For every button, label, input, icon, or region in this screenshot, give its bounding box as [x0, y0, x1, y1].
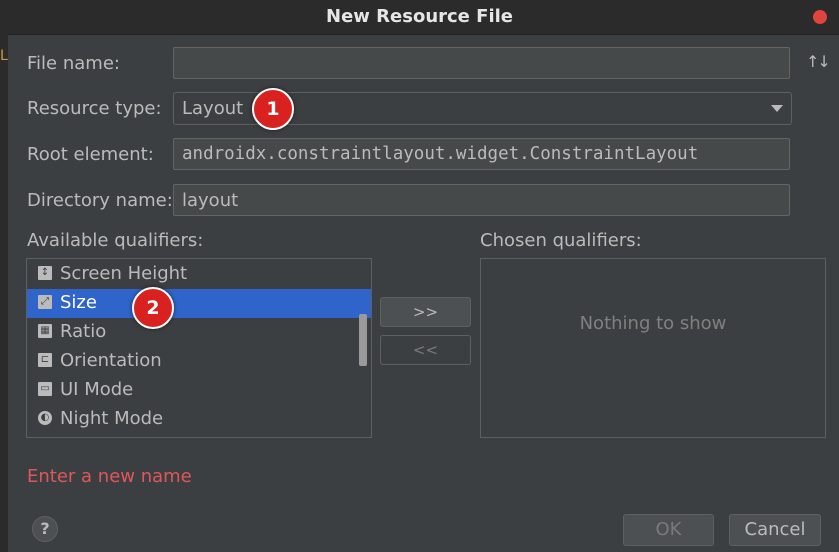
- list-item-size[interactable]: ⤢ Size: [27, 289, 371, 318]
- list-item-label: Screen Height: [60, 263, 188, 284]
- add-qualifier-button[interactable]: >>: [380, 297, 471, 327]
- list-item-label: Night Mode: [60, 408, 164, 429]
- ratio-icon: ▦: [38, 324, 52, 338]
- background-text: L: [0, 48, 8, 64]
- size-icon: ⤢: [38, 295, 52, 309]
- list-item-label: Size: [60, 292, 97, 313]
- ok-button[interactable]: OK: [623, 514, 714, 546]
- root-element-input[interactable]: androidx.constraintlayout.widget.Constra…: [173, 138, 790, 170]
- file-name-input[interactable]: [173, 47, 790, 79]
- help-icon[interactable]: ?: [32, 516, 58, 542]
- annotation-badge-2: 2: [132, 287, 174, 329]
- sort-icon[interactable]: ↑↓: [806, 52, 831, 71]
- directory-name-input[interactable]: layout: [173, 184, 790, 216]
- list-item-night-mode[interactable]: ◐ Night Mode: [27, 405, 371, 434]
- list-item-label: UI Mode: [60, 379, 134, 400]
- empty-state-text: Nothing to show: [579, 313, 727, 334]
- available-qualifiers-list[interactable]: ↕ Screen Height ⤢ Size ▦ Ratio ⊏ Orienta…: [26, 258, 372, 438]
- root-element-label: Root element:: [27, 144, 154, 165]
- screen-height-icon: ↕: [38, 266, 52, 280]
- list-item-screen-height[interactable]: ↕ Screen Height: [27, 260, 371, 289]
- error-message: Enter a new name: [27, 466, 192, 487]
- chosen-qualifiers-label: Chosen qualifiers:: [480, 230, 642, 251]
- chosen-qualifiers-list[interactable]: Nothing to show: [480, 258, 826, 438]
- list-item-label: Orientation: [60, 350, 162, 371]
- background-editor-sliver: L: [0, 34, 8, 552]
- close-icon[interactable]: [813, 10, 827, 24]
- list-item-orientation[interactable]: ⊏ Orientation: [27, 347, 371, 376]
- title-bar: New Resource File: [0, 0, 839, 35]
- annotation-badge-1: 1: [252, 88, 294, 130]
- dialog-title: New Resource File: [326, 6, 513, 27]
- orientation-icon: ⊏: [38, 353, 52, 367]
- directory-name-label: Directory name:: [27, 190, 173, 211]
- resource-type-value: Layout: [182, 98, 244, 119]
- scrollbar-thumb[interactable]: [359, 314, 367, 366]
- ui-mode-icon: ▭: [38, 382, 52, 396]
- list-item-ratio[interactable]: ▦ Ratio: [27, 318, 371, 347]
- list-item-label: Ratio: [60, 321, 107, 342]
- resource-type-label: Resource type:: [27, 98, 162, 119]
- file-name-label: File name:: [27, 53, 120, 74]
- directory-name-value: layout: [182, 190, 239, 211]
- remove-qualifier-button[interactable]: <<: [380, 335, 471, 365]
- list-item-ui-mode[interactable]: ▭ UI Mode: [27, 376, 371, 405]
- chevron-down-icon: [771, 105, 783, 112]
- cancel-button[interactable]: Cancel: [729, 514, 821, 546]
- available-qualifiers-label: Available qualifiers:: [27, 230, 204, 251]
- root-element-value: androidx.constraintlayout.widget.Constra…: [182, 144, 699, 164]
- night-mode-icon: ◐: [38, 411, 52, 425]
